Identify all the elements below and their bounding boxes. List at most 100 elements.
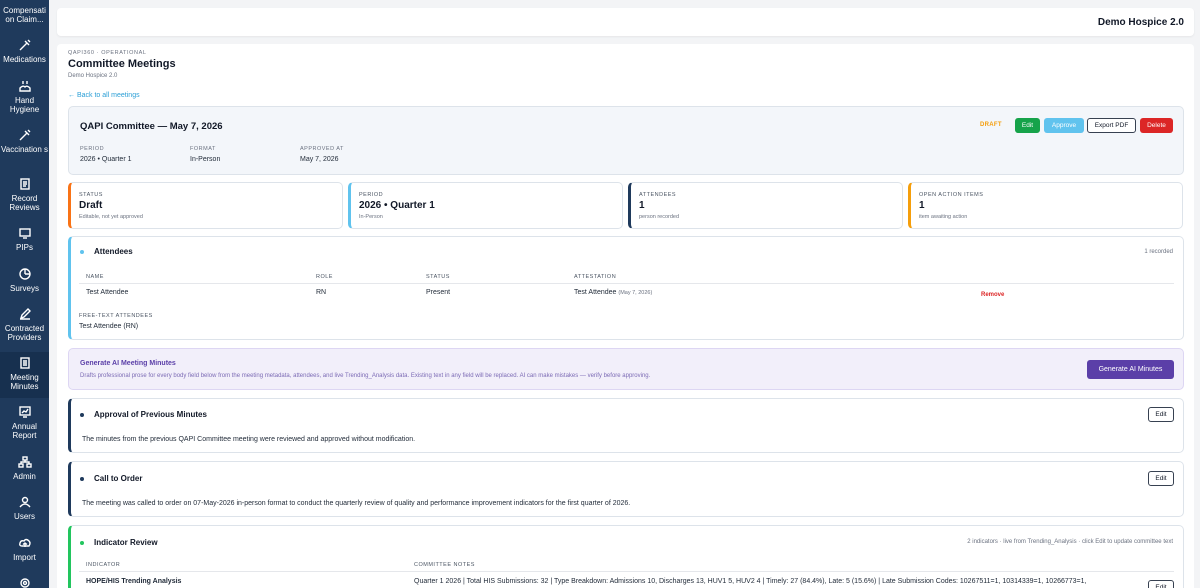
indicator-review-note: 2 indicators · live from Trending_Analys… <box>967 539 1173 545</box>
sidebar-item-annual-report[interactable]: Annual Report <box>0 405 49 440</box>
main-panel: QAPI360 · OPERATIONAL Committee Meetings… <box>57 44 1194 588</box>
attendee-role: RN <box>316 289 327 296</box>
sidebar-item-pips[interactable]: PIPs <box>0 226 49 252</box>
top-bar: Demo Hospice 2.0 <box>57 8 1194 36</box>
status-badge: DRAFT <box>980 122 1002 128</box>
sidebar-item-admin[interactable]: Admin <box>0 455 49 481</box>
stat-card-open-action-items: OPEN ACTION ITEMS 1 item awaiting action <box>908 182 1183 229</box>
generate-ai-minutes-button[interactable]: Generate AI Minutes <box>1087 360 1174 379</box>
approval-previous-minutes-card: Approval of Previous Minutes Edit The mi… <box>68 398 1184 453</box>
page-title: Committee Meetings <box>68 58 176 70</box>
section-dot <box>80 413 84 417</box>
syringe-icon <box>18 38 32 52</box>
section-dot <box>80 477 84 481</box>
organization-name: Demo Hospice 2.0 <box>1097 17 1184 28</box>
meta-format-label: FORMAT <box>190 146 216 152</box>
ai-minutes-card: Generate AI Meeting Minutes Drafts profe… <box>68 348 1184 390</box>
attendees-count: 1 recorded <box>1144 249 1173 255</box>
indicator-review-card: Indicator Review 2 indicators · live fro… <box>68 525 1184 588</box>
attendee-name: Test Attendee <box>86 289 129 296</box>
sidebar-item-label: Admin <box>13 472 36 481</box>
report-icon <box>18 405 32 419</box>
edit-call-to-order-button[interactable]: Edit <box>1148 471 1174 486</box>
stat-label: STATUS <box>79 192 103 198</box>
stat-value: 1 <box>919 200 925 211</box>
section-body: The minutes from the previous QAPI Commi… <box>82 436 416 443</box>
free-text-attendees-value: Test Attendee (RN) <box>79 323 139 330</box>
back-to-meetings-link[interactable]: ← Back to all meetings <box>68 92 140 99</box>
ai-minutes-description: Drafts professional prose for every body… <box>80 373 651 379</box>
stat-card-attendees: ATTENDEES 1 person recorded <box>628 182 903 229</box>
free-text-attendees-label: FREE-TEXT ATTENDEES <box>79 313 153 319</box>
sidebar-item-label: Record Reviews <box>9 194 40 212</box>
attendee-attestation: Test Attendee (May 7, 2026) <box>574 289 652 296</box>
sidebar-item-contracted-providers[interactable]: Contracted Providers <box>0 307 49 342</box>
indicator-notes: Quarter 1 2026 | Total HIS Submissions: … <box>414 578 1087 585</box>
delete-button[interactable]: Delete <box>1140 118 1173 133</box>
meta-format-value: In-Person <box>190 156 221 163</box>
call-to-order-card: Call to Order Edit The meeting was calle… <box>68 461 1184 517</box>
ai-minutes-title: Generate AI Meeting Minutes <box>80 360 176 367</box>
sidebar-item-label: Hand Hygiene <box>9 96 40 114</box>
export-pdf-button[interactable]: Export PDF <box>1087 118 1136 133</box>
section-title: Call to Order <box>94 474 143 483</box>
section-title: Indicator Review <box>94 538 158 547</box>
sidebar-item-vaccinations[interactable]: Vaccination s <box>0 128 49 154</box>
sidebar-item-import[interactable]: Import <box>0 536 49 562</box>
sidebar-item-meeting-minutes[interactable]: Meeting Minutes <box>0 352 49 398</box>
cloud-upload-icon <box>18 536 32 550</box>
attestation-date: (May 7, 2026) <box>618 290 653 296</box>
stat-sub: item awaiting action <box>919 214 968 220</box>
sidebar-item-label: Annual Report <box>12 422 37 440</box>
attendees-title: Attendees <box>94 247 133 256</box>
sidebar-item-label: Medications <box>3 55 46 64</box>
stat-label: OPEN ACTION ITEMS <box>919 192 984 198</box>
approve-button[interactable]: Approve <box>1044 118 1084 133</box>
sidebar-item-users[interactable]: Users <box>0 495 49 521</box>
stat-label: PERIOD <box>359 192 384 198</box>
page-eyebrow: QAPI360 · OPERATIONAL <box>68 50 147 56</box>
meta-approved-value: May 7, 2026 <box>300 156 339 163</box>
sidebar-item-label: PIPs <box>16 243 33 252</box>
section-dot <box>80 541 84 545</box>
sidebar-item-label: Compensati on Claim... <box>3 6 46 24</box>
stat-value: 1 <box>639 200 645 211</box>
sidebar-item-hand-hygiene[interactable]: Hand Hygiene <box>0 79 49 114</box>
section-dot <box>80 250 84 254</box>
sidebar-item-label: Import <box>13 553 36 562</box>
stat-sub: person recorded <box>639 214 680 220</box>
sidebar-item-compensation-claims[interactable]: Compensati on Claim... <box>0 6 49 24</box>
page-subtitle: Demo Hospice 2.0 <box>68 73 118 79</box>
meta-period-label: PERIOD <box>80 146 105 152</box>
meta-approved-label: APPROVED AT <box>300 146 344 152</box>
sidebar-item-record-reviews[interactable]: Record Reviews <box>0 177 49 212</box>
stat-sub: In-Person <box>359 214 383 220</box>
stat-card-period: PERIOD 2026 • Quarter 1 In-Person <box>348 182 623 229</box>
edit-indicator-button[interactable]: Edit <box>1148 580 1174 588</box>
remove-attendee-button[interactable]: Remove <box>981 292 1004 298</box>
column-header-status: STATUS <box>426 274 450 280</box>
sidebar-item-surveys[interactable]: Surveys <box>0 267 49 293</box>
edit-approval-button[interactable]: Edit <box>1148 407 1174 422</box>
section-title: Approval of Previous Minutes <box>94 410 207 419</box>
indicator-name: HOPE/HIS Trending Analysis <box>86 578 182 585</box>
syringe-icon <box>18 128 32 142</box>
settings-icon <box>18 576 32 588</box>
stat-value: Draft <box>79 200 103 211</box>
attestation-name: Test Attendee <box>574 289 617 296</box>
hands-icon <box>18 79 32 93</box>
column-header-role: ROLE <box>316 274 333 280</box>
column-header-committee-notes: COMMITTEE NOTES <box>414 562 475 568</box>
sidebar-item-medications[interactable]: Medications <box>0 38 49 64</box>
edit-button[interactable]: Edit <box>1015 118 1040 133</box>
attendee-status: Present <box>426 289 451 296</box>
clipboard-icon <box>18 177 32 191</box>
sidebar-item-more[interactable] <box>0 576 49 588</box>
meta-period-value: 2026 • Quarter 1 <box>80 156 132 163</box>
sidebar: Compensati on Claim... Medications Hand … <box>0 0 49 588</box>
column-header-indicator: INDICATOR <box>86 562 121 568</box>
attendees-card: Attendees 1 recorded NAME ROLE STATUS AT… <box>68 236 1184 340</box>
pen-icon <box>18 307 32 321</box>
notes-icon <box>18 356 32 370</box>
divider <box>79 571 1174 572</box>
